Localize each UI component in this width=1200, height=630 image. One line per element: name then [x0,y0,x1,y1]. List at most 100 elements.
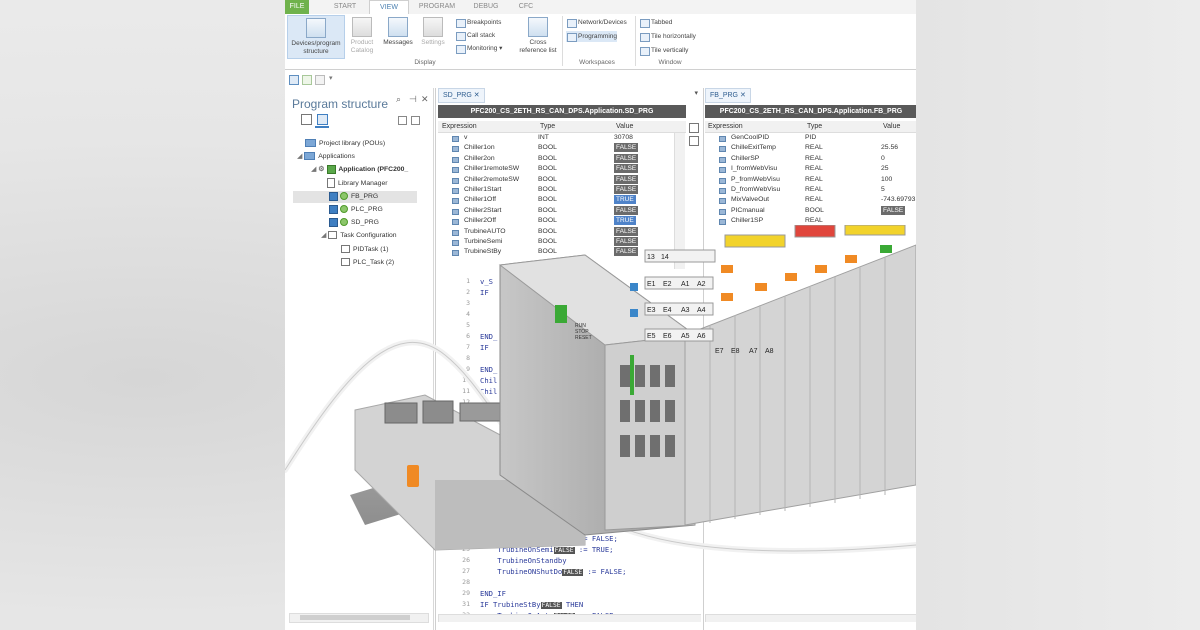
watch-row[interactable]: ChilleExitTemp REAL 25.56 [705,143,916,153]
watch-row[interactable]: Chiller1Start BOOL FALSE [438,185,674,195]
breakpoints-button[interactable]: Breakpoints [455,17,501,28]
code-line[interactable]: IF TrubineStByFALSE THEN [480,599,583,610]
panel-toggle-icon[interactable] [689,136,699,146]
network-devices-button[interactable]: Network/Devices [566,17,627,28]
watch-column-headers: Expression Type Value [705,121,916,133]
tree-item-fb-prg[interactable]: FB_PRG [293,191,417,203]
watch-row[interactable]: Chiller2Start BOOL FALSE [438,205,674,216]
watch-row[interactable]: D_fromWebVisu REAL 5 [705,185,916,195]
row-expression: Chiller1Start [464,186,502,193]
line-number: 31 [462,600,470,608]
programs-view-icon[interactable] [317,114,328,125]
customize-chevron-icon[interactable]: ▾ [329,74,333,82]
panel-options-icon[interactable] [689,123,699,133]
tag-a5: A5 [681,333,690,340]
watch-row[interactable]: Chiller1remoteSW BOOL FALSE [438,164,674,174]
code-horizontal-scrollbar[interactable] [705,614,916,622]
tree-item-application[interactable]: ◢ ⚙ Application (PFC200_ [311,164,408,176]
row-type: REAL [805,196,823,204]
tab-fb-prg[interactable]: FB_PRG ✕ [705,88,751,103]
row-type: REAL [805,186,823,193]
tree-item-plc-prg[interactable]: PLC_PRG [329,204,383,216]
settings-button[interactable]: Settings [417,15,449,57]
monitoring-button[interactable]: Monitoring ▾ [455,43,502,54]
scrollbar-thumb[interactable] [300,615,410,620]
variable-icon [452,167,459,174]
tree-item-library-manager[interactable]: Library Manager [327,178,388,190]
code-text: IF TrubineStBy [480,600,541,609]
tab-view[interactable]: VIEW [369,0,409,15]
watch-row[interactable]: Chiller2on BOOL FALSE [438,153,674,164]
tab-list-chevron-icon[interactable]: ▾ [694,89,698,97]
ethernet-port [422,400,454,424]
close-icon[interactable]: ✕ [421,94,429,105]
tab-cfc[interactable]: CFC [511,0,541,14]
pou-icon [329,191,338,201]
tile-horizontally-button[interactable]: Tile horizontally [639,31,696,42]
tab-file[interactable]: FILE [285,0,309,14]
tree-item-applications[interactable]: ◢ Applications [297,151,355,163]
devices-view-icon[interactable] [301,114,312,125]
orange-release-tab [407,465,419,487]
row-value: FALSE [614,153,639,163]
close-tab-icon[interactable]: ✕ [474,92,480,99]
watch-row[interactable]: Chiller1on BOOL FALSE [438,143,674,153]
watch-row[interactable]: I_fromWebVisu REAL 25 [705,164,916,174]
search-icon[interactable]: ⌕ [396,94,401,105]
watch-row[interactable]: P_fromWebVisu REAL 100 [705,175,916,185]
tab-sd-prg[interactable]: SD_PRG ✕ [438,88,485,103]
row-value: FALSE [614,164,639,174]
watch-title: PFC200_CS_2ETH_RS_CAN_DPS.Application.FB… [705,105,916,118]
product-catalog-button[interactable]: Product Catalog [345,15,379,57]
watch-row[interactable]: MixValveOut REAL -743.69793 [705,195,916,205]
close-tab-icon[interactable]: ✕ [740,92,746,99]
pin-icon[interactable]: ⊣ [409,94,417,105]
tab-program[interactable]: PROGRAM [415,0,459,14]
watch-row[interactable]: Chiller2remoteSW BOOL FALSE [438,174,674,185]
tab-start[interactable]: START [325,0,365,14]
programming-button[interactable]: Programming [566,31,618,42]
chevron-down-icon: ▾ [499,45,503,52]
tab-debug[interactable]: DEBUG [467,0,505,14]
devices-structure-icon [306,18,326,38]
tree-label: FB_PRG [351,193,379,200]
devices-program-structure-button[interactable]: Devices/program structure [287,15,345,59]
watch-row[interactable]: PICmanual BOOL FALSE [705,205,916,216]
variable-icon [452,188,459,194]
serial-port [459,402,501,422]
variable-icon [452,198,459,205]
row-value: FALSE [614,205,639,215]
code-line[interactable]: END_IF [480,588,506,599]
col-type: Type [807,123,823,130]
tabbed-button[interactable]: Tabbed [639,17,672,28]
messages-button[interactable]: Messages [381,15,415,57]
call-stack-button[interactable]: Call stack [455,30,495,41]
product-label-line2: Catalog [350,47,374,54]
undo-icon[interactable] [302,75,312,85]
code-line[interactable]: TrubineONShutDoFALSE := FALSE; [480,566,626,577]
watch-row[interactable]: GenCoolPID PID [705,133,916,143]
redo-icon[interactable] [315,75,325,85]
watch-row[interactable]: ChillerSP REAL 0 [705,154,916,164]
tag-e5: E5 [647,333,656,340]
tile-vertically-button[interactable]: Tile vertically [639,45,688,56]
horizontal-scrollbar[interactable] [289,613,429,623]
variable-icon [719,156,726,163]
line-number: 26 [462,556,470,564]
tree-item-project-library[interactable]: Project library (POUs) [305,138,385,150]
ribbon-tabs: FILE START VIEW PROGRAM DEBUG CFC [285,0,916,15]
collapse-all-icon[interactable] [411,116,420,125]
plc-controller-photo: RUN STOP RESET 13 14 E1 E2 A1 A2 E3 E4 A… [285,225,916,554]
code-line[interactable]: TrubineOnStandby [480,555,566,566]
code-text: END_IF [480,589,506,598]
save-icon[interactable] [289,75,299,85]
variable-icon [719,198,726,205]
code-horizontal-scrollbar[interactable] [438,614,701,622]
watch-row[interactable]: Chiller1Off BOOL TRUE [438,195,674,205]
watch-row[interactable]: v INT 30708 [438,133,674,143]
panel-title: Program structure [292,97,389,111]
expand-all-icon[interactable] [398,116,407,125]
status-dot-icon [340,205,348,214]
cross-reference-button[interactable]: Cross reference list [515,15,561,57]
tree-label: Project library (POUs) [319,140,386,147]
